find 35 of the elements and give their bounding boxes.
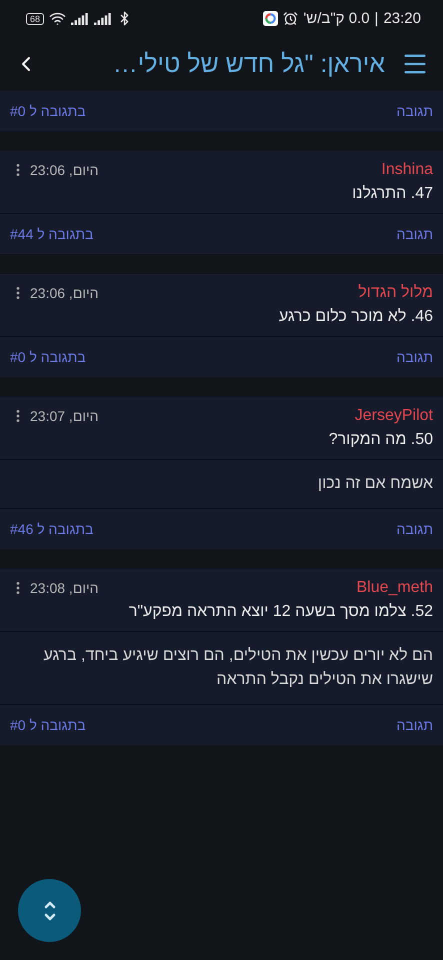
comment-time: היום, 23:08 [30,580,98,596]
comment-text: 46. לא מוכר כלום כרגע [278,308,433,326]
battery-icon: 68 [26,12,44,24]
comment-text: הם לא יורים עכשין את הטילים, הם רוצים שיגיע ביחד, ברגע שישגרו את הטילים נקבל התראה [0,632,443,705]
signal-icon [71,12,90,24]
reply-link[interactable]: תגובה [396,521,433,537]
author-name: Inshina [381,161,433,179]
separator: | [374,10,378,27]
reply-to-link[interactable]: בתגובה ל #44 [10,226,94,242]
up-down-chevron-icon [44,898,56,922]
alarm-icon [283,11,298,26]
reply-link[interactable]: תגובה [396,349,433,365]
author-name: Blue_meth [356,579,433,597]
comment-text: 47. התרגלנו [351,185,433,203]
reply-link[interactable]: תגובה [396,226,433,242]
comment-text: 52. צלמו מסך בשעה 12 יוצא התראה מפקע"ר [128,603,433,621]
comment-time: היום, 23:06 [30,162,98,178]
comment-time: היום, 23:06 [30,285,98,301]
reply-link[interactable]: תגובה [396,717,433,733]
clock: 23:20 [383,10,421,27]
comment-text: אשמח אם זה נכון [0,460,443,509]
reply-to-link[interactable]: בתגובה ל #0 [10,103,86,119]
reply-to-link[interactable]: בתגובה ל #0 [10,717,86,733]
reply-to-link[interactable]: בתגובה ל #46 [10,521,94,537]
author-name: מלול הגדול [358,284,433,302]
wifi-icon [49,10,66,27]
comment-text: 50. מה המקור? [328,431,433,449]
google-icon [263,11,278,26]
comment-time: היום, 23:07 [30,408,98,424]
reply-link[interactable]: תגובה [396,103,433,119]
page-title: איראן: "גל חדש של טילי… [112,50,385,78]
signal-icon [94,12,112,24]
author-name: JerseyPilot [354,407,433,425]
reply-to-link[interactable]: בתגובה ל #0 [10,349,86,365]
network-speed: 0.0 ק"ב/ש' [303,10,370,27]
